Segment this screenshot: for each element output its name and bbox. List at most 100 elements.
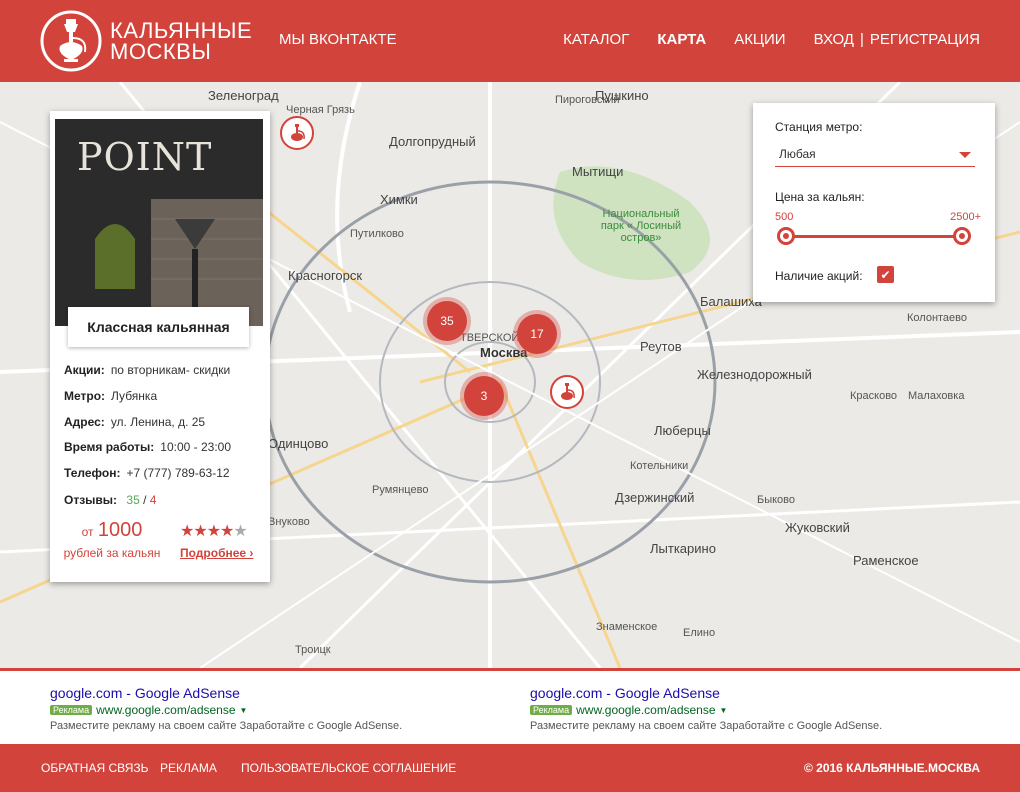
- map-label: ТВЕРСКОЙ: [460, 332, 520, 344]
- site-header: КАЛЬЯННЫЕ МОСКВЫ МЫ ВКОНТАКТЕ КАТАЛОГ КА…: [0, 0, 1020, 82]
- map-label: Малаховка: [908, 390, 965, 402]
- map-cluster-marker[interactable]: 35: [427, 301, 467, 341]
- hours-value: 10:00 - 23:00: [160, 440, 232, 454]
- map-label: Пироговский: [555, 94, 620, 106]
- map-label: Мытищи: [572, 164, 624, 179]
- dropdown-caret-icon: [959, 152, 971, 158]
- footer-ads-link[interactable]: РЕКЛАМА: [160, 761, 217, 775]
- ad-title-link[interactable]: google.com - Google AdSense: [530, 685, 882, 701]
- ads-block: google.com - Google AdSense Реклама www.…: [0, 668, 1020, 744]
- photo-sign-text: POINT: [77, 135, 213, 179]
- map-label: Путилково: [350, 228, 404, 240]
- ad-url[interactable]: www.google.com/adsense: [576, 703, 715, 717]
- checkmark-icon: ✔: [880, 267, 891, 282]
- dropdown-arrow-icon[interactable]: ▼: [720, 706, 728, 715]
- place-photo[interactable]: POINT: [55, 119, 263, 326]
- map-label: Лыткарино: [650, 541, 716, 556]
- price-min-value: 500: [775, 211, 794, 223]
- footer-agreement-link[interactable]: ПОЛЬЗОВАТЕЛЬСКОЕ СОГЛАШЕНИЕ: [241, 761, 456, 775]
- reviews-row: Отзывы: 35 / 4: [64, 493, 156, 507]
- star-icon: ★: [206, 523, 221, 540]
- price-filter-label: Цена за кальян:: [775, 190, 865, 204]
- map-label: Дзержинский: [615, 490, 695, 505]
- nav-register[interactable]: РЕГИСТРАЦИЯ: [870, 31, 980, 48]
- reviews-negative[interactable]: 4: [150, 493, 157, 507]
- ad-title-link[interactable]: google.com - Google AdSense: [50, 685, 402, 701]
- logo-text[interactable]: КАЛЬЯННЫЕ МОСКВЫ: [110, 18, 253, 64]
- metro-select-value: Любая: [779, 147, 816, 161]
- map-label: Внуково: [268, 516, 310, 528]
- nav-catalog[interactable]: КАТАЛОГ: [563, 31, 629, 48]
- phone-row: Телефон: +7 (777) 789-63-12: [64, 466, 230, 480]
- site-footer: ОБРАТНАЯ СВЯЗЬ РЕКЛАМА ПОЛЬЗОВАТЕЛЬСКОЕ …: [0, 744, 1020, 792]
- star-icon: ★: [193, 523, 207, 540]
- ad-badge: Реклама: [530, 705, 573, 715]
- map-label: Национальный парк « Лосиный остров»: [600, 208, 682, 244]
- map-label: Москва: [480, 345, 528, 360]
- logo-line-1: КАЛЬЯННЫЕ: [110, 18, 253, 43]
- map-cluster-marker[interactable]: 17: [517, 314, 557, 354]
- map-label: Одинцово: [268, 436, 329, 451]
- ad-badge: Реклама: [50, 705, 93, 715]
- more-link[interactable]: Подробнее ›: [180, 546, 253, 560]
- map-cluster-marker[interactable]: 3: [464, 376, 504, 416]
- ad-item: google.com - Google AdSense Реклама www.…: [530, 685, 882, 732]
- map-label: Раменское: [853, 553, 919, 568]
- price-unit: рублей за кальян: [63, 546, 161, 560]
- ad-item: google.com - Google AdSense Реклама www.…: [50, 685, 402, 732]
- map-label: Химки: [380, 192, 418, 207]
- star-icon: ★: [220, 523, 234, 540]
- metro-select[interactable]: Любая: [775, 143, 975, 167]
- map-label: Черная Грязь: [286, 104, 355, 116]
- nav-login[interactable]: ВХОД: [814, 31, 854, 48]
- reviews-positive[interactable]: 35: [126, 493, 139, 507]
- address-row: Адрес: ул. Ленина, д. 25: [64, 415, 205, 429]
- map-label: Долгопрудный: [389, 134, 476, 149]
- metro-value: Лубянка: [111, 389, 158, 403]
- ad-description: Разместите рекламу на своем сайте Зарабо…: [50, 720, 403, 732]
- price-slider-max-handle[interactable]: [953, 227, 971, 245]
- phone-label: Телефон:: [64, 466, 121, 480]
- hours-label: Время работы:: [64, 440, 155, 454]
- hookah-logo-icon[interactable]: [40, 10, 102, 72]
- nav-map[interactable]: КАРТА: [657, 31, 706, 48]
- nav-promos[interactable]: АКЦИИ: [734, 31, 785, 48]
- map-label: Быково: [757, 494, 796, 506]
- promos-row: Акции: по вторникам- скидки: [64, 363, 230, 377]
- ad-url-row: Реклама www.google.com/adsense ▼: [50, 703, 402, 717]
- metro-row: Метро: Лубянка: [64, 389, 157, 403]
- hookah-map-pin-icon[interactable]: [280, 116, 314, 150]
- hours-row: Время работы: 10:00 - 23:00: [64, 440, 231, 454]
- address-value: ул. Ленина, д. 25: [110, 415, 206, 429]
- place-title[interactable]: Классная кальянная: [68, 307, 249, 347]
- footer-feedback-link[interactable]: ОБРАТНАЯ СВЯЗЬ: [41, 761, 149, 775]
- ad-description: Разместите рекламу на своем сайте Зарабо…: [530, 720, 883, 732]
- nav-separator: |: [859, 31, 864, 48]
- logo-line-2: МОСКВЫ: [110, 39, 212, 64]
- map-label: Железнодорожный: [697, 367, 812, 382]
- promos-value: по вторникам- скидки: [110, 363, 231, 377]
- metro-filter-label: Станция метро:: [775, 120, 863, 134]
- ad-url[interactable]: www.google.com/adsense: [96, 703, 235, 717]
- promos-filter-label: Наличие акций:: [775, 269, 863, 283]
- map-label: Красково: [850, 390, 898, 402]
- promos-label: Акции:: [64, 363, 105, 377]
- star-empty-icon: ★: [233, 523, 247, 540]
- phone-value[interactable]: +7 (777) 789-63-12: [126, 466, 229, 480]
- rating-stars: ★★★★★: [180, 521, 248, 541]
- main-nav: КАТАЛОГ КАРТА АКЦИИ ВХОД | РЕГИСТРАЦИЯ: [535, 31, 980, 48]
- map-label: Жуковский: [785, 520, 850, 535]
- dropdown-arrow-icon[interactable]: ▼: [240, 706, 248, 715]
- price-block: от 1000 рублей за кальян: [62, 519, 162, 560]
- reviews-separator: /: [143, 493, 147, 507]
- nav-vkontakte[interactable]: МЫ ВКОНТАКТЕ: [279, 31, 397, 48]
- price-slider-min-handle[interactable]: [777, 227, 795, 245]
- copyright: © 2016 КАЛЬЯННЫЕ.МОСКВА: [803, 761, 980, 775]
- price-slider-track[interactable]: [786, 235, 962, 238]
- map-label: Красногорск: [288, 268, 363, 283]
- metro-label: Метро:: [64, 389, 106, 403]
- map-label: Колонтаево: [907, 312, 968, 324]
- hookah-map-pin-icon[interactable]: [550, 375, 584, 409]
- promos-checkbox[interactable]: ✔: [877, 266, 894, 283]
- map-label: Троицк: [295, 644, 331, 656]
